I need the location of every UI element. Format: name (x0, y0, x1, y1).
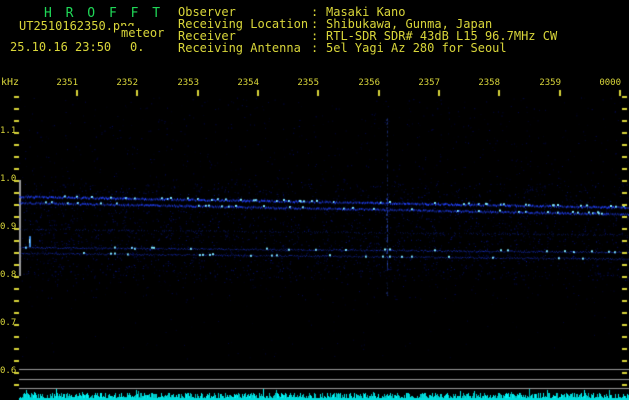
spectrogram-canvas (0, 0, 629, 400)
y-tick-label: 1.0 (0, 174, 17, 184)
x-tick-label: 0000 (599, 78, 621, 88)
output-filename: UT2510162350.png (19, 19, 135, 33)
hrofft-screen: H R O F F T UT2510162350.png meteor 25.1… (0, 0, 629, 400)
mode-label: meteor (121, 26, 165, 40)
x-tick-label: 2351 (56, 78, 78, 88)
info-label-antenna: Receiving Antenna (178, 41, 301, 55)
y-tick-label: 0.8 (0, 270, 17, 280)
y-tick-label: 1.1 (0, 126, 17, 136)
x-tick-label: 2352 (116, 78, 138, 88)
x-tick-label: 2359 (539, 78, 561, 88)
x-tick-label: 2356 (358, 78, 380, 88)
x-tick-label: 2357 (418, 78, 440, 88)
echo-count: 0. (130, 40, 145, 54)
y-tick-label: 0.9 (0, 222, 17, 232)
x-tick-label: 2358 (478, 78, 500, 88)
x-tick-label: 2355 (297, 78, 319, 88)
x-tick-label: 2353 (177, 78, 199, 88)
info-colon: : (311, 41, 319, 55)
info-value-antenna: 5el Yagi Az 280 for Seoul (326, 41, 507, 55)
datetime-label: 25.10.16 23:50 (10, 40, 112, 54)
x-tick-label: 2354 (237, 78, 259, 88)
y-axis-unit-label: kHz (1, 77, 20, 88)
y-tick-label: 0.7 (0, 318, 17, 328)
y-tick-label: 0.6 (0, 366, 17, 376)
